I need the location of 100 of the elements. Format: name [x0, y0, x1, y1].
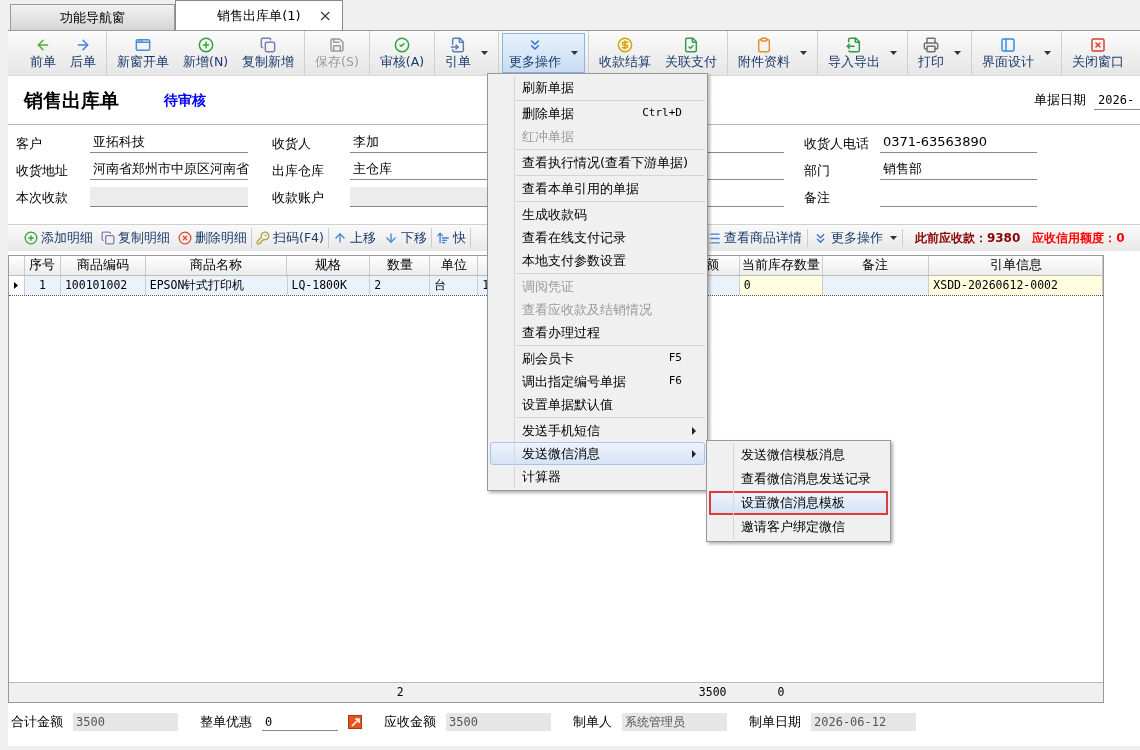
window-icon: [135, 37, 151, 54]
discount-button[interactable]: [348, 715, 362, 729]
column-header: 规格: [315, 256, 342, 275]
field-label: 合计金额: [11, 713, 63, 732]
toolbar-button[interactable]: 界面设计: [975, 33, 1059, 73]
text-field[interactable]: 0371-63563890: [880, 133, 1037, 153]
total-value: 3500: [698, 683, 727, 701]
toolbar-button[interactable]: 快: [435, 228, 466, 248]
menu-item[interactable]: 邀请客户绑定微信: [709, 515, 888, 539]
toolbar-button[interactable]: 收款结算: [592, 33, 659, 73]
toolbar-button[interactable]: 关联支付: [658, 33, 725, 73]
text-field[interactable]: 3500: [446, 713, 551, 731]
toolbar-button[interactable]: 导入导出: [821, 33, 905, 73]
text-field[interactable]: 0: [262, 713, 338, 731]
list-icon: [705, 230, 721, 246]
menu-item[interactable]: 查看办理过程: [490, 321, 705, 344]
file-check-icon: [683, 37, 700, 54]
menu-item[interactable]: 设置单据默认值: [490, 393, 705, 416]
toolbar-button[interactable]: 复制明细: [101, 228, 170, 248]
column-header: 当前库存数量: [741, 256, 820, 275]
copy-icon: [101, 231, 115, 245]
sort-icon: [435, 231, 450, 245]
tab[interactable]: 功能导航窗: [10, 4, 175, 30]
text-field[interactable]: 河南省郑州市中原区河南省: [90, 160, 248, 180]
save-icon: [328, 37, 345, 54]
menu-item[interactable]: 刷会员卡 F5: [490, 347, 705, 370]
menu-item[interactable]: 计算器: [490, 465, 705, 488]
menu-item[interactable]: 生成收款码: [490, 203, 705, 226]
field-label: 制单日期: [749, 713, 801, 732]
balance-text: 应收信用额度：0: [1032, 230, 1125, 247]
table-cell: 1: [24, 276, 61, 295]
table-cell: 0: [739, 276, 823, 295]
table-cell: 100101002: [60, 276, 146, 295]
toolbar-button[interactable]: 上移: [332, 228, 376, 248]
toolbar-button[interactable]: 新增(N): [176, 33, 236, 73]
text-field[interactable]: 亚拓科技: [90, 133, 248, 153]
field-label: 单据日期: [1034, 91, 1086, 110]
column-header: 数量: [386, 256, 413, 275]
field-label: 应收金额: [384, 713, 436, 732]
toolbar-button[interactable]: 扫码(F4): [256, 228, 324, 248]
column-header: 商品编码: [76, 256, 129, 275]
field-label: 出库仓库: [272, 162, 324, 178]
toolbar-button[interactable]: 下移: [383, 228, 427, 248]
document-icon: [450, 37, 467, 54]
coin-icon: [617, 37, 634, 54]
column-header: 引单信息: [989, 256, 1042, 275]
close-tab-button[interactable]: ×: [318, 3, 332, 28]
clipboard-icon: [756, 37, 773, 54]
date-field[interactable]: 2026-: [1094, 90, 1140, 110]
menu-item[interactable]: 设置微信消息模板: [709, 491, 888, 515]
toolbar-button[interactable]: 审核(A): [372, 33, 432, 73]
printer-icon: [923, 37, 940, 54]
table-cell: EPSON针式打印机: [145, 276, 288, 295]
toolbar-button[interactable]: 打印: [911, 33, 969, 73]
text-field[interactable]: 系统管理员: [622, 713, 727, 731]
menu-item[interactable]: 查看微信消息发送记录: [709, 467, 888, 491]
menu-item[interactable]: 发送微信消息: [490, 442, 705, 465]
toolbar-button[interactable]: 复制新增: [235, 33, 302, 73]
field-label: 备注: [804, 189, 830, 205]
menu-item[interactable]: 发送微信模板消息: [709, 443, 888, 467]
tab[interactable]: 销售出库单(1) ×: [175, 0, 343, 30]
toolbar-button[interactable]: 删除明细: [178, 228, 247, 248]
total-value: 0: [777, 683, 785, 701]
export-icon: [846, 37, 863, 54]
toolbar-button[interactable]: 后单: [63, 33, 103, 73]
menu-item[interactable]: 查看本单引用的单据: [490, 177, 705, 200]
text-field[interactable]: 3500: [73, 713, 178, 731]
table-cell: 台: [430, 276, 479, 295]
field-label: 制单人: [573, 713, 612, 732]
toolbar-button[interactable]: 关闭窗口: [1065, 33, 1132, 73]
menu-item[interactable]: 调出指定编号单据 F6: [490, 370, 705, 393]
toolbar-button[interactable]: 添加明细: [24, 228, 93, 248]
toolbar-button[interactable]: 附件资料: [731, 33, 815, 73]
menu-item[interactable]: 刷新单据: [490, 76, 705, 99]
copy-icon: [260, 37, 277, 54]
menu-item[interactable]: 发送手机短信: [490, 419, 705, 442]
menu-item[interactable]: 本地支付参数设置: [490, 249, 705, 272]
toolbar-button[interactable]: 新窗开单: [110, 33, 176, 73]
field-label: 客户: [16, 135, 42, 151]
field-label: 收款账户: [272, 189, 324, 205]
toolbar-button[interactable]: 更多操作: [502, 33, 586, 73]
table-cell: XSDD-20260612-0002: [929, 276, 1103, 295]
menu-item[interactable]: 删除单据 Ctrl+D: [490, 102, 705, 125]
toolbar-button[interactable]: 前单: [23, 33, 63, 73]
column-header: 单位: [440, 256, 467, 275]
field-label: 部门: [804, 162, 830, 178]
close-icon: [1090, 37, 1107, 54]
text-field[interactable]: 销售部: [880, 160, 1037, 180]
text-field[interactable]: 2026-06-12: [811, 713, 916, 731]
field-label: 收货人电话: [804, 135, 869, 151]
arrow-icon: [350, 717, 360, 727]
column-header: 备注: [862, 256, 889, 275]
balance-text: 此前应收款：9380: [914, 230, 1021, 247]
toolbar-button[interactable]: 更多操作: [807, 228, 903, 248]
total-value: 2: [396, 683, 404, 701]
toolbar-button[interactable]: 引单: [438, 33, 496, 73]
field-label: 本次收款: [16, 189, 68, 205]
status-label: 待审核: [164, 90, 206, 110]
field-label: 整单优惠: [200, 713, 252, 732]
field-label: 收货人: [272, 135, 311, 151]
